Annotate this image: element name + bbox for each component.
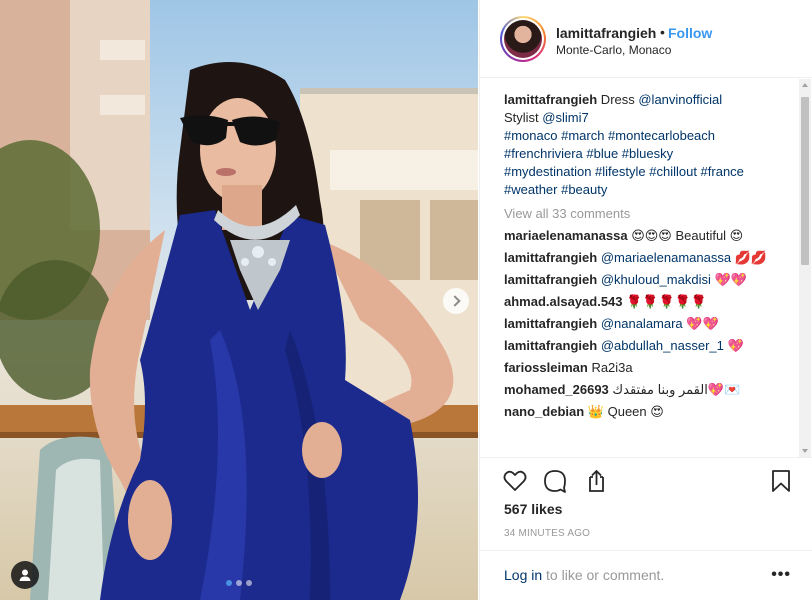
comment-text: 😍😍😍 Beautiful 😍 — [627, 228, 744, 243]
comment-username[interactable]: ahmad.alsayad.543 — [504, 294, 623, 309]
carousel-dot — [236, 580, 242, 586]
comment: fariossleiman Ra2i3a — [504, 359, 796, 377]
caption-hashtags[interactable]: #mydestination #lifestyle #chillout #fra… — [504, 164, 744, 179]
login-prompt-text: to like or comment. — [542, 567, 665, 583]
separator-dot: • — [660, 24, 665, 40]
comment: lamittafrangieh @mariaelenamanassa 💋💋 — [504, 249, 796, 267]
follow-button[interactable]: Follow — [668, 25, 712, 41]
comment-mention[interactable]: @mariaelenamanassa — [601, 250, 731, 265]
comment-text: 💖 — [723, 338, 744, 353]
comment: nano_debian 👑 Queen 😍 — [504, 403, 796, 421]
post-header: lamittafrangieh • Follow Monte-Carlo, Mo… — [480, 0, 812, 78]
next-slide-button[interactable] — [443, 288, 469, 314]
carousel-dot-active — [226, 580, 232, 586]
comment-username[interactable]: fariossleiman — [504, 360, 588, 375]
comment-text: القمر وبنا مفتقدك💖💌 — [608, 382, 741, 397]
comment-username[interactable]: lamittafrangieh — [504, 338, 597, 353]
tagged-users-button[interactable] — [11, 561, 39, 589]
likes-count[interactable]: 567 likes — [504, 501, 562, 517]
comment: ahmad.alsayad.543 🌹🌹🌹🌹🌹 — [504, 293, 796, 311]
post-side-panel: lamittafrangieh • Follow Monte-Carlo, Mo… — [479, 0, 812, 600]
comment: mariaelenamanassa 😍😍😍 Beautiful 😍 — [504, 227, 796, 245]
login-link[interactable]: Log in — [504, 567, 542, 583]
comment-username[interactable]: mariaelenamanassa — [504, 228, 628, 243]
comment-username[interactable]: lamittafrangieh — [504, 316, 597, 331]
caption-mention[interactable]: @slimi7 — [542, 110, 588, 125]
bookmark-icon[interactable] — [768, 468, 794, 494]
caption-username[interactable]: lamittafrangieh — [504, 92, 597, 107]
heart-icon[interactable] — [502, 468, 528, 494]
chevron-right-icon — [448, 295, 461, 307]
comment-text: 👑 Queen 😍 — [584, 404, 664, 419]
post-caption: lamittafrangieh Dress @lanvinofficial St… — [504, 91, 796, 199]
login-bar: Log in to like or comment. ••• — [480, 550, 812, 600]
caption-hashtags[interactable]: #frenchriviera #blue #bluesky — [504, 146, 673, 161]
comment-text: 💖💖 — [682, 316, 719, 331]
comment-mention[interactable]: @abdullah_nasser_1 — [601, 338, 724, 353]
photo-scene — [0, 0, 478, 600]
share-icon[interactable] — [582, 468, 608, 494]
comment-mention[interactable]: @khuloud_makdisi — [601, 272, 711, 287]
comment: lamittafrangieh @nanalamara 💖💖 — [504, 315, 796, 333]
carousel-indicator — [226, 580, 252, 586]
action-bar — [480, 457, 812, 503]
post-photo — [0, 0, 478, 600]
caption-hashtags[interactable]: #weather #beauty — [504, 182, 607, 197]
comment: mohamed_26693 القمر وبنا مفتقدك💖💌 — [504, 381, 796, 399]
login-prompt: Log in to like or comment. — [504, 567, 664, 583]
caption-text: Dress — [597, 92, 639, 107]
comment: lamittafrangieh @abdullah_nasser_1 💖 — [504, 337, 796, 355]
comment-text: 💋💋 — [731, 250, 768, 265]
comment-username[interactable]: lamittafrangieh — [504, 250, 597, 265]
comments-section: lamittafrangieh Dress @lanvinofficial St… — [480, 79, 812, 457]
comments-scrollbar[interactable] — [799, 79, 811, 457]
scroll-down-icon[interactable] — [802, 449, 808, 453]
comment-text: 💖💖 — [710, 272, 747, 287]
header-username[interactable]: lamittafrangieh — [556, 25, 656, 41]
comment-icon[interactable] — [542, 468, 568, 494]
comment-username[interactable]: mohamed_26693 — [504, 382, 609, 397]
more-options-button[interactable]: ••• — [771, 566, 791, 584]
caption-hashtags[interactable]: #monaco #march #montecarlobeach — [504, 128, 715, 143]
comment-text: 🌹🌹🌹🌹🌹 — [622, 294, 708, 309]
comment: lamittafrangieh @khuloud_makdisi 💖💖 — [504, 271, 796, 289]
view-all-comments-link[interactable]: View all 33 comments — [504, 205, 796, 223]
user-tag-icon — [19, 569, 31, 581]
scrollbar-thumb[interactable] — [801, 97, 809, 265]
caption-mention[interactable]: @lanvinofficial — [638, 92, 722, 107]
carousel-dot — [246, 580, 252, 586]
comment-text: Ra2i3a — [587, 360, 633, 375]
comment-mention[interactable]: @nanalamara — [601, 316, 683, 331]
avatar[interactable] — [500, 16, 546, 62]
location-link[interactable]: Monte-Carlo, Monaco — [556, 43, 671, 57]
caption-text: Stylist — [504, 110, 543, 125]
comment-username[interactable]: nano_debian — [504, 404, 584, 419]
comment-username[interactable]: lamittafrangieh — [504, 272, 597, 287]
post-timestamp[interactable]: 34 MINUTES AGO — [504, 528, 590, 539]
scroll-up-icon[interactable] — [802, 83, 808, 87]
